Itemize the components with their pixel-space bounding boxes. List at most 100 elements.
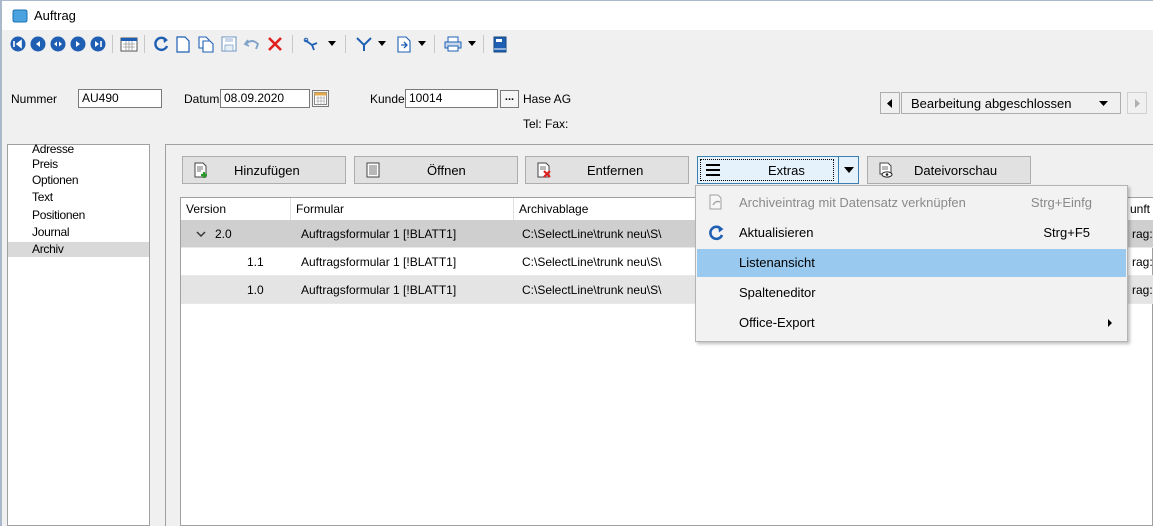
kunde-name: Hase AG — [523, 92, 572, 106]
calendar-icon[interactable] — [120, 34, 138, 54]
last-icon[interactable] — [90, 34, 106, 54]
toolbar-separator — [292, 35, 293, 53]
toolbar-separator — [144, 35, 145, 53]
extras-dropdown-button[interactable] — [838, 156, 859, 184]
toolbar-separator — [483, 35, 484, 53]
column-divider — [290, 198, 291, 220]
menu-lines-icon — [706, 164, 720, 176]
preview-button-label: Dateivorschau — [914, 163, 998, 178]
column-header-version[interactable]: Version — [186, 202, 226, 216]
tools-icon[interactable] — [302, 34, 324, 54]
prev-icon[interactable] — [30, 34, 46, 54]
kunde-label: Kunde — [370, 92, 405, 106]
undo-icon[interactable] — [242, 34, 262, 54]
title-bar: Auftrag — [2, 1, 1153, 30]
save-icon[interactable] — [220, 34, 238, 54]
menu-item-office-export[interactable]: Office-Export — [697, 309, 1126, 337]
chevron-down-icon — [844, 167, 854, 173]
column-divider — [513, 198, 514, 220]
kunde-lookup-button[interactable]: ... — [500, 90, 519, 108]
copy-icon[interactable] — [197, 34, 215, 54]
column-header-archivablage[interactable]: Archivablage — [519, 202, 588, 216]
cell-herkunft: rag: — [1132, 283, 1153, 297]
sidebar-item-positionen[interactable]: Positionen — [32, 208, 85, 222]
menu-item-label: Spalteneditor — [739, 285, 816, 300]
nummer-label: Nummer — [11, 92, 58, 106]
chevron-down-icon — [1099, 101, 1108, 106]
cell-version: 1.0 — [247, 283, 264, 297]
toolbar-separator — [112, 35, 113, 53]
refresh-icon — [709, 225, 724, 241]
preview-button[interactable]: Dateivorschau — [867, 156, 1031, 184]
cell-formular: Auftragsformular 1 [!BLATT1] — [301, 255, 457, 269]
column-header-herkunft[interactable]: unft — [1130, 202, 1150, 216]
play-icon[interactable] — [50, 34, 66, 54]
document-icon — [366, 162, 380, 178]
calendar-icon — [314, 92, 327, 105]
export-icon[interactable] — [394, 34, 414, 54]
extras-button-label: Extras — [768, 163, 805, 178]
cell-herkunft: rag: — [1132, 255, 1153, 269]
book-icon[interactable] — [491, 34, 509, 54]
cell-archivablage: C:\SelectLine\trunk neu\S\ — [522, 227, 662, 241]
ellipsis-icon: ... — [504, 90, 515, 103]
toolbar-separator — [434, 35, 435, 53]
extras-button[interactable]: Extras — [697, 156, 839, 184]
chevron-right-icon — [1135, 98, 1140, 108]
sidebar-item-adresse[interactable]: Adresse — [32, 142, 74, 156]
sidebar-item-optionen[interactable]: Optionen — [32, 173, 79, 187]
print-dropdown-icon[interactable] — [466, 34, 478, 54]
status-next-button[interactable] — [1127, 92, 1147, 114]
first-icon[interactable] — [10, 34, 26, 54]
auftrag-window: Auftrag Nummer AU490 Datum 08.09.2020 Ku… — [0, 0, 1153, 526]
datepicker-button[interactable] — [312, 90, 329, 107]
app-icon — [12, 9, 28, 23]
menu-item-label: Aktualisieren — [739, 225, 814, 240]
sidebar-item-preis[interactable]: Preis — [32, 157, 58, 171]
add-button[interactable]: Hinzufügen — [182, 156, 346, 184]
remove-document-icon — [537, 162, 551, 178]
menu-item-shortcut: Strg+Einfg — [1030, 195, 1092, 210]
status-value: Bearbeitung abgeschlossen — [911, 96, 1072, 111]
datum-field[interactable]: 08.09.2020 — [220, 89, 310, 108]
add-button-label: Hinzufügen — [234, 163, 300, 178]
chevron-down-icon[interactable] — [196, 231, 206, 237]
column-header-formular[interactable]: Formular — [296, 202, 344, 216]
menu-item-list-view[interactable]: Listenansicht — [697, 249, 1126, 277]
menu-item-column-editor[interactable]: Spalteneditor — [697, 279, 1126, 307]
tel-fax: Tel: Fax: — [523, 117, 569, 131]
status-combobox[interactable]: Bearbeitung abgeschlossen — [901, 92, 1121, 114]
sidebar-item-archiv[interactable]: Archiv — [8, 242, 149, 257]
status-prev-button[interactable] — [880, 92, 900, 114]
sidebar-item-journal[interactable]: Journal — [32, 225, 70, 239]
open-button[interactable]: Öffnen — [354, 156, 518, 184]
filter-icon[interactable] — [354, 34, 374, 54]
toolbar — [2, 30, 1153, 58]
next-icon[interactable] — [70, 34, 86, 54]
filter-dropdown-icon[interactable] — [376, 34, 388, 54]
delete-icon[interactable] — [266, 34, 284, 54]
print-icon[interactable] — [442, 34, 464, 54]
cell-archivablage: C:\SelectLine\trunk neu\S\ — [522, 255, 662, 269]
sidebar-item-text[interactable]: Text — [32, 190, 53, 204]
cell-version: 1.1 — [247, 255, 264, 269]
refresh-icon[interactable] — [152, 34, 170, 54]
menu-item-refresh[interactable]: Aktualisieren Strg+F5 — [697, 219, 1126, 247]
window-title: Auftrag — [34, 8, 76, 23]
cell-herkunft: rag: — [1132, 227, 1153, 241]
new-doc-icon[interactable] — [175, 34, 191, 54]
remove-button[interactable]: Entfernen — [525, 156, 689, 184]
toolbar-separator — [345, 35, 346, 53]
export-dropdown-icon[interactable] — [416, 34, 428, 54]
menu-item-label: Listenansicht — [739, 255, 815, 270]
tools-dropdown-icon[interactable] — [326, 34, 338, 54]
cell-formular: Auftragsformular 1 [!BLATT1] — [301, 227, 457, 241]
menu-item-link-archive[interactable]: Archiveintrag mit Datensatz verknüpfen S… — [697, 189, 1126, 217]
datum-label: Datum — [184, 92, 220, 106]
chevron-left-icon — [887, 98, 892, 108]
kunde-field[interactable]: 10014 — [405, 89, 498, 108]
preview-icon — [879, 162, 893, 178]
nummer-field[interactable]: AU490 — [78, 89, 162, 108]
extras-menu: Archiveintrag mit Datensatz verknüpfen S… — [695, 185, 1128, 342]
submenu-arrow-icon — [1108, 319, 1112, 327]
